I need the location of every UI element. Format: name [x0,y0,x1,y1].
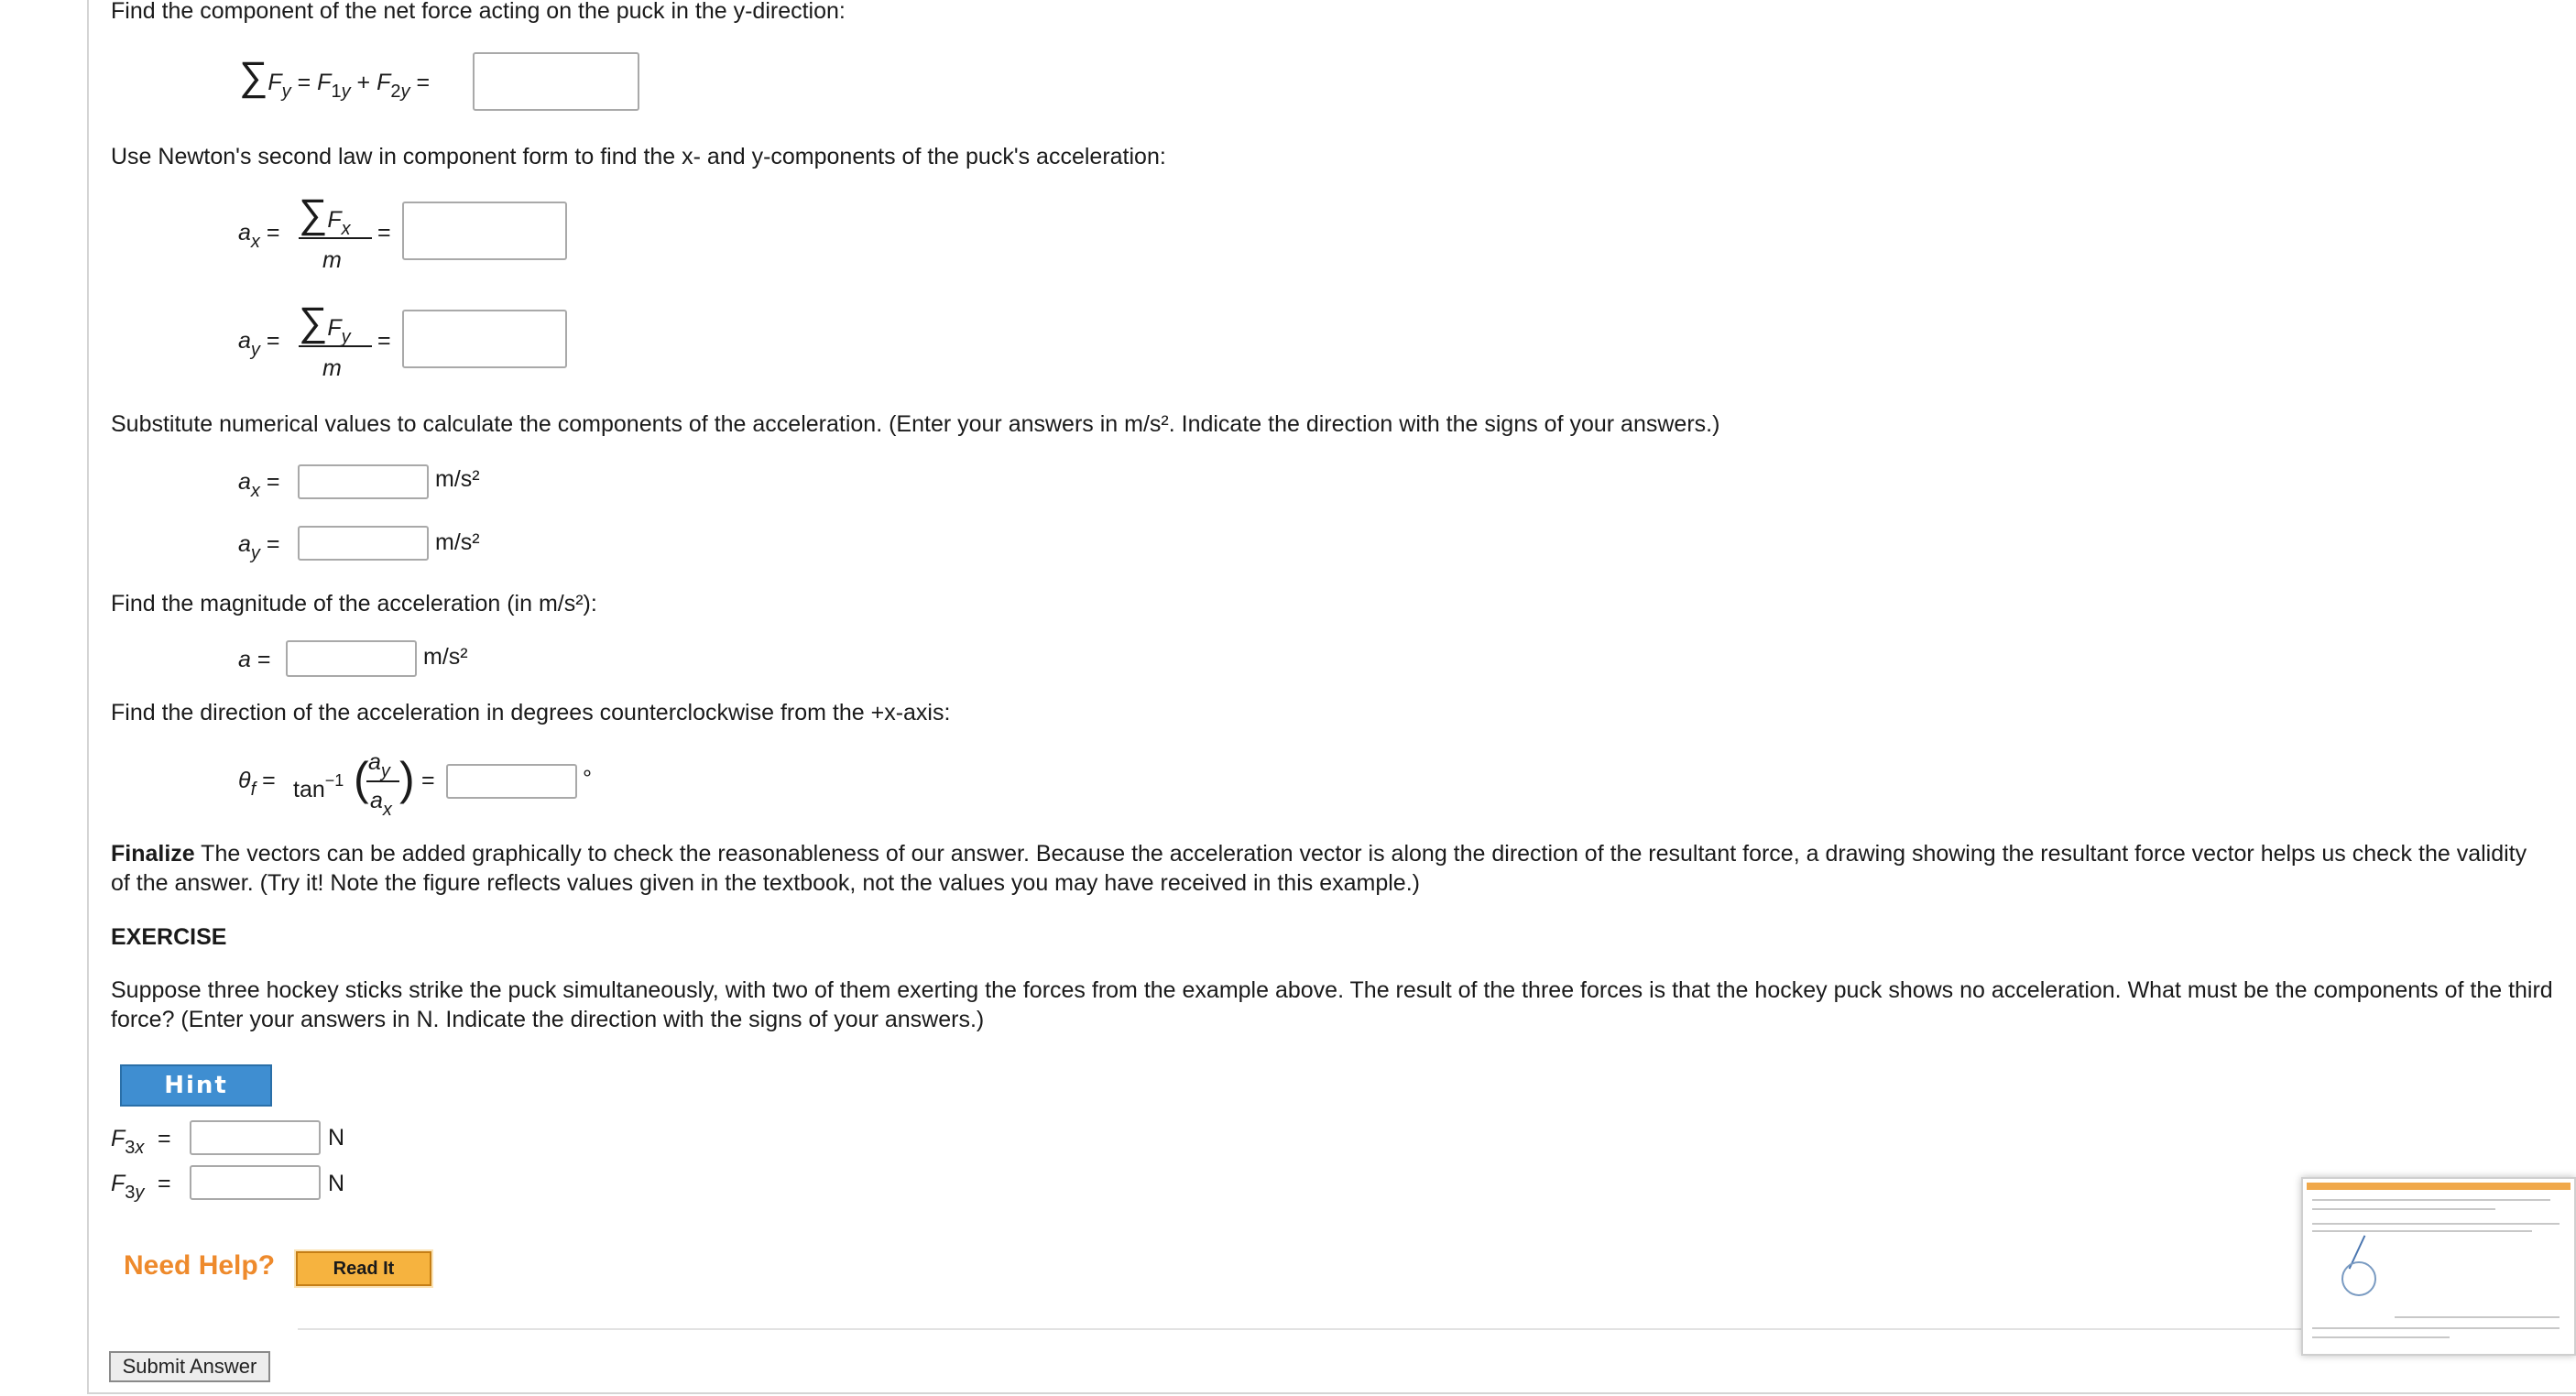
thumbnail-text-line [2312,1208,2495,1210]
instruction-magnitude: Find the magnitude of the acceleration (… [111,591,597,616]
ax-value-input[interactable] [298,464,429,499]
ax-symbolic-input[interactable] [402,202,567,260]
thumbnail-text-line [2395,1316,2560,1318]
theta-value-input[interactable] [446,764,577,799]
sum-fy-numerator: ∑Fy [299,300,351,348]
right-paren: ) [399,753,415,804]
fraction-line-ay [299,345,372,347]
ax-symbol: ax = [238,220,280,252]
ay-unit: m/s² [435,529,480,555]
equals-f3x: = [158,1126,171,1151]
thumbnail-text-line [2312,1327,2560,1329]
finalize-paragraph: Finalize The vectors can be added graphi… [111,839,2548,898]
ay-value-input[interactable] [298,526,429,561]
instruction-substitute: Substitute numerical values to calculate… [111,411,1720,437]
ax-value-label: ax = [238,469,280,501]
left-paren: ( [354,753,369,804]
f3x-label: F3x [111,1126,145,1158]
sum-fy-input[interactable] [473,52,639,111]
sum-fy-equation: ∑Fy = F1y + F2y = [239,54,431,103]
fraction-line-theta [366,780,399,782]
ay-over-ax-denominator: ax [370,788,392,820]
thumbnail-puck-diagram [2341,1261,2376,1296]
ay-symbolic-input[interactable] [402,310,567,368]
f3x-input[interactable] [190,1120,321,1155]
equals-f3y: = [158,1171,171,1196]
fraction-line-ax [299,237,372,239]
f3y-unit: N [328,1171,345,1196]
submit-area-divider [298,1328,2576,1330]
f3y-label: F3y [111,1171,145,1203]
finalize-text: The vectors can be added graphically to … [111,841,2527,896]
a-value-input[interactable] [286,640,417,677]
instruction-fy-component: Find the component of the net force acti… [111,0,846,24]
need-help-label: Need Help? [124,1250,276,1281]
hint-button[interactable]: Hint [120,1064,272,1107]
content-frame-left-border [87,0,89,1394]
f3x-unit: N [328,1125,345,1151]
thumbnail-text-line [2312,1230,2532,1232]
degree-unit: ° [583,766,592,791]
instruction-newton: Use Newton's second law in component for… [111,144,1166,169]
equals-ay: = [377,328,391,354]
a-label: a = [238,647,271,672]
mass-denominator-ay: m [322,355,342,381]
thumbnail-text-line [2312,1223,2560,1225]
instruction-direction: Find the direction of the acceleration i… [111,700,951,725]
ay-value-label: ay = [238,531,280,563]
equals-ax: = [377,220,391,245]
page-preview-thumbnail[interactable] [2301,1177,2576,1356]
sigma-symbol: ∑ [239,54,268,99]
theta-f-label: θf = [238,768,276,800]
read-it-button[interactable]: Read It [294,1249,433,1288]
thumbnail-text-line [2312,1336,2450,1338]
thumbnail-text-line [2312,1199,2550,1201]
sum-fx-numerator: ∑Fx [299,191,351,240]
exercise-heading: EXERCISE [111,924,227,950]
ax-unit: m/s² [435,466,480,492]
thumbnail-header-bar [2307,1183,2571,1190]
equals-theta: = [421,768,435,793]
submit-answer-button[interactable]: Submit Answer [109,1351,270,1382]
mass-denominator-ax: m [322,247,342,273]
f3y-input[interactable] [190,1165,321,1200]
a-unit: m/s² [423,644,468,670]
tan-function: tan−1 [293,771,344,802]
finalize-label: Finalize [111,841,195,867]
content-frame-bottom-border [87,1392,2576,1394]
exercise-text: Suppose three hockey sticks strike the p… [111,977,2553,1032]
ay-symbol: ay = [238,328,280,360]
